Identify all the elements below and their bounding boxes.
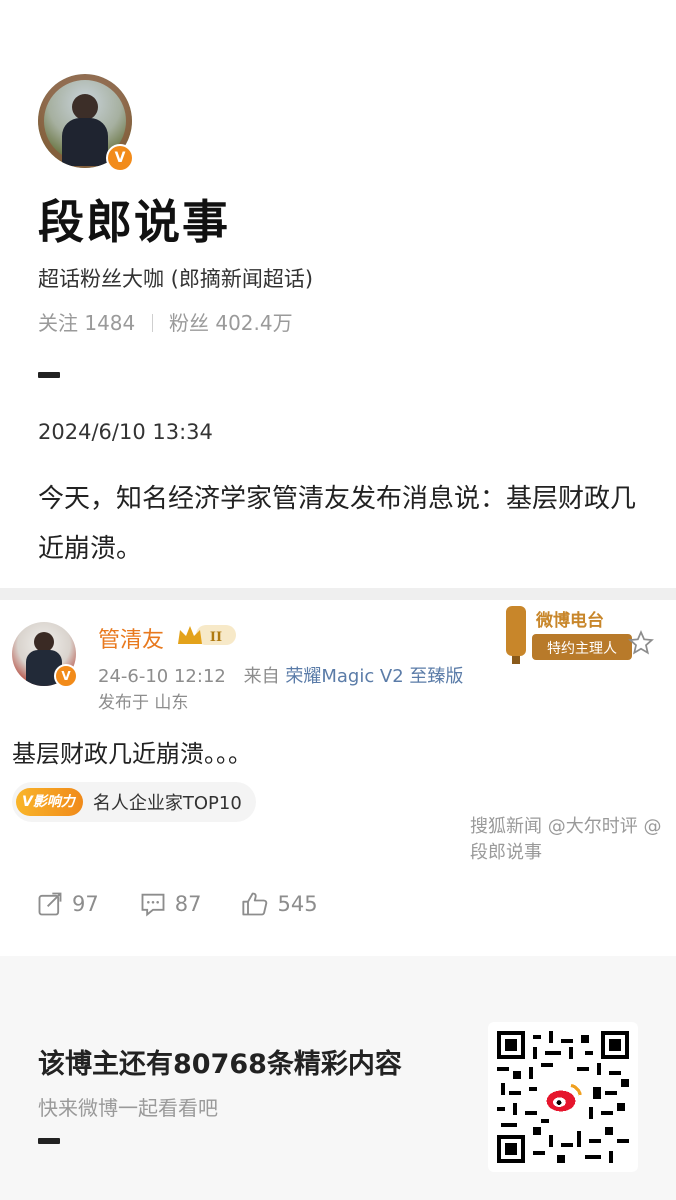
influence-tag[interactable]: V影响力 名人企业家TOP10	[12, 782, 256, 822]
radio-badge-bottom: 特约主理人	[547, 641, 617, 657]
quoted-time: 24-6-10 12:12	[98, 666, 226, 687]
promo-title: 该博主还有80768条精彩内容	[38, 1049, 402, 1080]
verified-icon: V	[106, 144, 134, 172]
post-card: V 段郎说事 超话粉丝大咖 (郎摘新闻超话) 关注 1484 粉丝 402.4万…	[0, 0, 676, 588]
section-dash	[38, 372, 60, 378]
section-dash	[38, 1138, 60, 1144]
radio-badge-top: 微博电台	[535, 610, 604, 631]
favorite-star-icon[interactable]	[628, 630, 654, 656]
stats-divider	[151, 314, 153, 332]
comment-count: 87	[174, 892, 202, 916]
comment-icon	[141, 893, 165, 917]
quoted-author-name[interactable]: 管清友	[98, 622, 164, 654]
post-text: 今天，知名经济学家管清友发布消息说：基层财政几近崩溃。	[38, 484, 637, 564]
follow-stats: 关注 1484 粉丝 402.4万	[38, 307, 293, 336]
source-watermark: 搜狐新闻 @大尔时评 @段郎说事	[470, 816, 662, 863]
promo-subtitle: 快来微博一起看看吧	[38, 1096, 218, 1120]
like-button[interactable]: 545	[241, 890, 318, 918]
section-divider	[0, 588, 676, 600]
fans-count[interactable]: 402.4万	[215, 311, 292, 335]
quoted-text: 基层财政几近崩溃。。。	[12, 740, 252, 768]
qr-code[interactable]	[488, 1022, 638, 1172]
source-prefix: 来自	[243, 666, 280, 687]
influence-badge: V影响力	[16, 788, 83, 816]
weibo-radio-badge[interactable]: 微博电台 特约主理人	[506, 604, 634, 666]
quoted-location: 发布于 山东	[98, 693, 189, 713]
source-device[interactable]: 荣耀Magic V2 至臻版	[285, 666, 463, 687]
qr-code-image	[497, 1031, 629, 1163]
avatar-head	[34, 632, 54, 652]
like-count: 545	[277, 892, 318, 916]
level-text: II	[210, 630, 222, 645]
crown-level-icon: II	[178, 625, 236, 645]
repost-count: 97	[72, 892, 99, 916]
comment-button[interactable]: 87	[139, 890, 202, 918]
influence-label: 名人企业家TOP10	[92, 793, 242, 814]
author-title[interactable]: 超话粉丝大咖 (郎摘新闻超话)	[38, 263, 313, 293]
avatar-head	[72, 94, 98, 120]
author-name[interactable]: 段郎说事	[38, 186, 230, 252]
follow-label: 关注	[38, 311, 78, 335]
verified-icon: V	[54, 664, 78, 688]
quoted-meta: 24-6-10 12:12 来自 荣耀Magic V2 至臻版	[98, 662, 463, 688]
follow-count[interactable]: 1484	[84, 311, 135, 335]
repost-button[interactable]: 97	[36, 890, 99, 918]
action-bar: 97 87 545	[36, 890, 318, 918]
quoted-post[interactable]: V 管清友 II 24-6-10 12:12 来自 荣耀Magic V2 至臻版…	[0, 600, 676, 956]
repost-icon	[38, 892, 62, 916]
fans-label: 粉丝	[168, 311, 209, 335]
thumbs-up-icon	[242, 892, 268, 916]
promo-banner: 该博主还有80768条精彩内容 快来微博一起看看吧	[0, 956, 676, 1200]
avatar-body	[62, 118, 108, 166]
post-date: 2024/6/10 13:34	[38, 420, 213, 444]
